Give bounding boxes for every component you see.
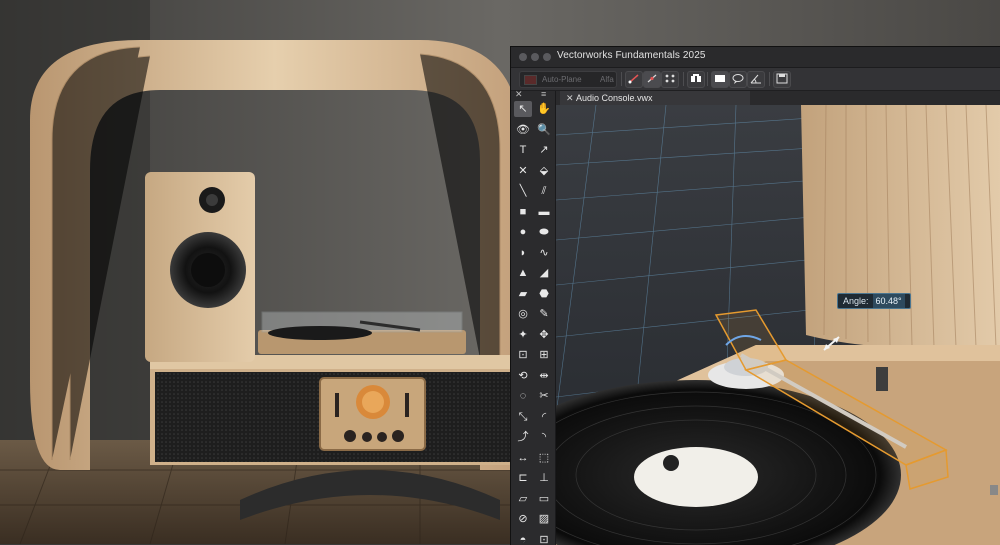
minimize-window-icon[interactable]	[531, 53, 539, 61]
bracket-tool[interactable]: ⊏	[514, 470, 532, 486]
page-tool[interactable]: ▱	[514, 491, 532, 507]
rectangle-tool[interactable]: ■	[514, 204, 532, 220]
push-pull-tool[interactable]: ⬙	[535, 163, 553, 179]
palette-close-icon[interactable]: ✕	[515, 89, 523, 100]
snap-smart-button[interactable]	[661, 71, 679, 88]
angle-readout: Angle: 60.48°	[837, 293, 911, 309]
palette-header: ✕ ≡	[511, 91, 555, 101]
regular-polygon-tool[interactable]: ⬣	[535, 286, 553, 302]
palette-menu-icon[interactable]: ≡	[541, 89, 546, 99]
snap-point-button[interactable]	[643, 71, 661, 88]
vectorworks-window: Vectorworks Fundamentals 2025 Auto-Plane…	[510, 46, 1000, 545]
rounded-rect-tool[interactable]: ▬	[535, 204, 553, 220]
line-tool[interactable]: ╲	[514, 183, 532, 199]
snap-point-icon	[645, 72, 659, 85]
snap-smart-icon	[663, 72, 677, 85]
snap-grid-button[interactable]	[625, 71, 643, 88]
close-window-icon[interactable]	[519, 53, 527, 61]
callout-tool[interactable]: ↗	[535, 142, 553, 158]
slab-tool[interactable]: ⬚	[535, 450, 553, 466]
angle-value-field[interactable]: 60.48°	[873, 294, 905, 308]
active-plane-field[interactable]: Auto-Plane Alfa	[519, 71, 617, 88]
toolbar-separator	[683, 72, 684, 86]
viewport-marker	[990, 485, 998, 495]
oval-tool[interactable]: ⬬	[535, 224, 553, 240]
comment-button[interactable]	[729, 71, 747, 88]
toolbar-separator	[707, 72, 708, 86]
connect-tool[interactable]: ⤴	[514, 429, 532, 445]
tab-label: Audio Console.vwx	[576, 91, 653, 105]
clip-tool[interactable]: ⊡	[514, 347, 532, 363]
angle-button[interactable]	[747, 71, 765, 88]
polygon-tool[interactable]: ▰	[514, 286, 532, 302]
resize-tool[interactable]: ⊞	[535, 347, 553, 363]
flyover-tool[interactable]: 👁	[514, 122, 532, 138]
polyline-tool[interactable]: ◢	[535, 265, 553, 281]
pan-tool[interactable]: ✋	[535, 101, 553, 117]
trim-tool[interactable]: ✂	[535, 388, 553, 404]
locus-tool[interactable]: ✕	[514, 163, 532, 179]
dimension-tool[interactable]: ↔	[514, 450, 532, 466]
zoom-tool[interactable]: 🔍	[535, 122, 553, 138]
attribute-tool[interactable]: ✦	[514, 327, 532, 343]
double-line-tool[interactable]: ⫽	[535, 183, 553, 199]
view-3d-button[interactable]	[687, 71, 705, 88]
grid-tool[interactable]: ⊥	[535, 470, 553, 486]
angle-icon	[749, 72, 763, 85]
title-bar: Vectorworks Fundamentals 2025	[511, 47, 1000, 68]
save-view-button[interactable]	[773, 71, 791, 88]
split-tool[interactable]: ⤡	[514, 409, 532, 425]
tab-audio-console[interactable]: ✕ Audio Console.vwx	[560, 91, 750, 105]
cube-view-icon	[689, 72, 703, 85]
eyedropper-tool[interactable]: ✎	[535, 306, 553, 322]
view-bar: Auto-Plane Alfa	[511, 68, 1000, 91]
chamfer-tool[interactable]: ◝	[535, 429, 553, 445]
reshape-tool[interactable]: ✥	[535, 327, 553, 343]
protractor-tool[interactable]: ◓	[514, 532, 532, 545]
plane-value: Alfa	[600, 72, 614, 87]
snap-grid-icon	[627, 72, 641, 85]
triangle-tool[interactable]: ▲	[514, 265, 532, 281]
wall-tool[interactable]: ▨	[535, 511, 553, 527]
spiral-tool[interactable]: ◎	[514, 306, 532, 322]
tab-close-icon[interactable]: ✕	[566, 91, 574, 105]
toolbar-separator	[769, 72, 770, 86]
zoom-window-icon[interactable]	[543, 53, 551, 61]
section-tool[interactable]: ⊡	[535, 532, 553, 545]
drawing-viewport[interactable]	[556, 105, 1000, 545]
document-tab-bar: ✕ Audio Console.vwx	[556, 91, 1000, 105]
speech-bubble-icon	[731, 72, 745, 85]
render-mode-button[interactable]	[711, 71, 729, 88]
toolbar-separator	[621, 72, 622, 86]
window-title: Vectorworks Fundamentals 2025	[557, 50, 706, 61]
plane-label: Auto-Plane	[542, 72, 582, 87]
plane-color-swatch	[524, 75, 537, 85]
render-mode-icon	[713, 72, 727, 85]
stop-tool[interactable]: ⊘	[514, 511, 532, 527]
circle-tool[interactable]: ●	[514, 224, 532, 240]
angle-label: Angle:	[843, 296, 869, 306]
selection-tool[interactable]: ↖	[514, 101, 532, 117]
basic-tools-palette: ✕ ≡ ↖✋👁🔍T↗✕⬙╲⫽■▬●⬬◗∿▲◢▰⬣◎✎✦✥⊡⊞⟲⇹◌✂⤡◜⤴◝↔⬚…	[511, 91, 556, 545]
fillet-tool[interactable]: ◜	[535, 409, 553, 425]
mirror-tool[interactable]: ⇹	[535, 368, 553, 384]
rotate-tool[interactable]: ⟲	[514, 368, 532, 384]
offset-tool[interactable]: ◌	[514, 388, 532, 404]
layout-tool[interactable]: ▭	[535, 491, 553, 507]
freehand-tool[interactable]: ∿	[535, 245, 553, 261]
save-view-icon	[775, 72, 789, 85]
arc-tool[interactable]: ◗	[514, 245, 532, 261]
text-tool[interactable]: T	[514, 142, 532, 158]
